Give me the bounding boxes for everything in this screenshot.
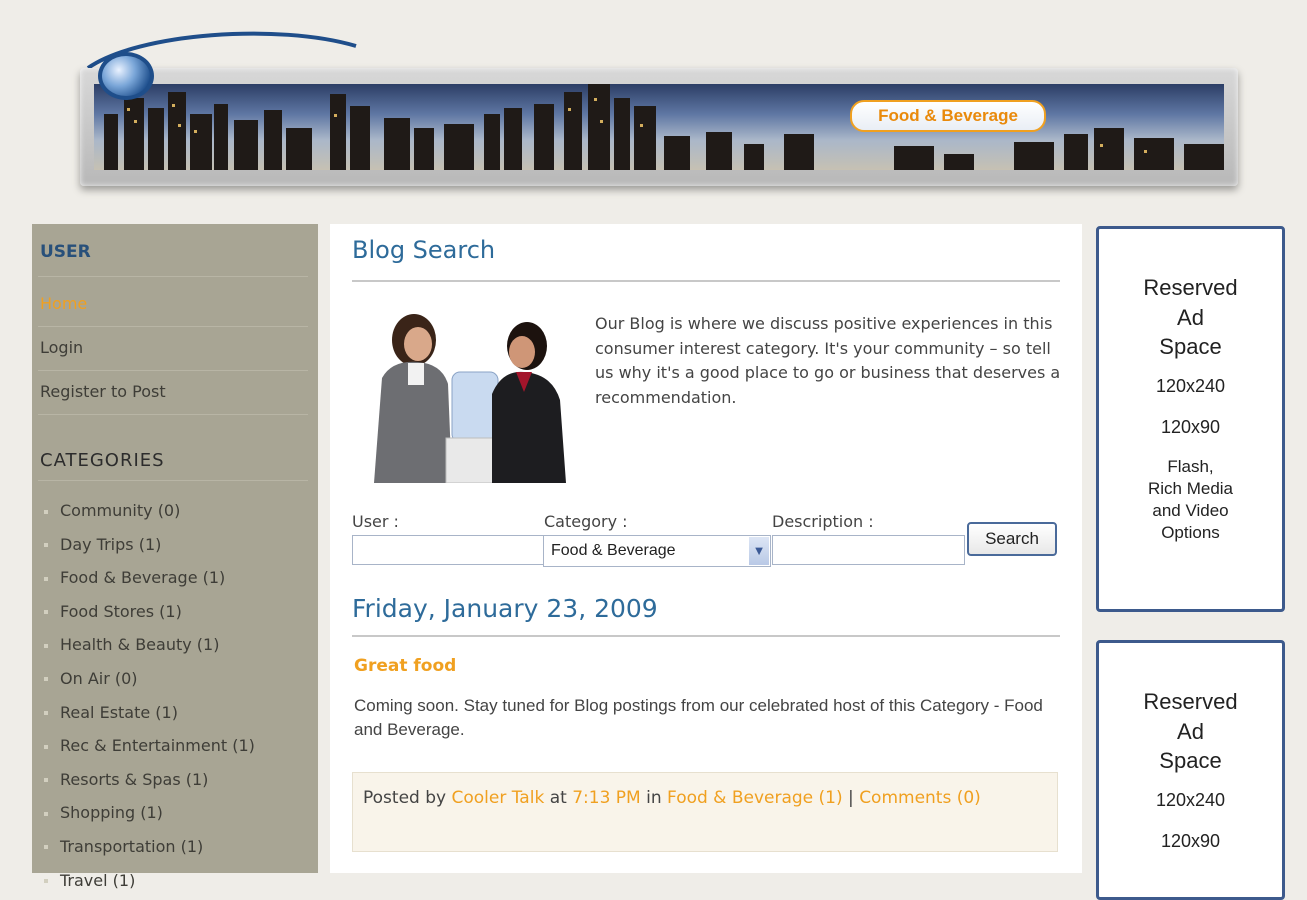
category-select-value: Food & Beverage [551,542,676,559]
bullet-icon [44,711,48,716]
divider [352,635,1060,637]
bullet-icon [44,509,48,514]
bullet-icon [44,576,48,581]
divider [38,370,308,371]
category-item[interactable]: Health & Beauty (1) [44,628,255,662]
category-item[interactable]: On Air (0) [44,662,255,696]
category-item[interactable]: Day Trips (1) [44,528,255,562]
category-item[interactable]: Community (0) [44,494,255,528]
ad-options-note: Flash, Rich Media and Video Options [1147,456,1234,542]
two-women-photo [352,308,582,483]
ad-size-label: 120x90 [1160,416,1221,437]
ad-size-label: 120x240 [1155,789,1226,810]
category-item[interactable]: Shopping (1) [44,796,255,830]
description-input[interactable] [772,535,965,565]
category-item[interactable]: Food Stores (1) [44,595,255,629]
category-item[interactable]: Travel (1) [44,864,255,898]
sidebar-link-login[interactable]: Login [40,338,83,357]
main-content: Blog Search Our Blog is where we discuss… [330,224,1082,873]
post-title-link[interactable]: Great food [354,656,456,676]
page-title: Blog Search [352,236,496,264]
category-item[interactable]: Real Estate (1) [44,696,255,730]
comments-link[interactable]: Comments (0) [859,788,981,808]
ad-space-box[interactable]: Reserved Ad Space 120x240 120x90 Flash, … [1096,226,1285,612]
bullet-icon [44,744,48,749]
bullet-icon [44,643,48,648]
bullet-icon [44,845,48,850]
globe-logo-icon [98,52,154,100]
bullet-icon [44,778,48,783]
user-input[interactable] [352,535,544,565]
ad-size-label: 120x90 [1160,830,1221,851]
category-badge: Food & Beverage [850,100,1046,132]
ad-size-label: 120x240 [1155,375,1226,396]
time-link[interactable]: 7:13 PM [572,788,641,808]
post-date: Friday, January 23, 2009 [352,594,658,623]
search-button[interactable]: Search [967,522,1057,556]
description-field-label: Description : [772,512,874,531]
skyline-icon [104,84,1224,170]
separator: | [848,788,854,808]
header-banner [80,68,1238,186]
divider [38,276,308,277]
sidebar-link-register[interactable]: Register to Post [40,382,166,401]
left-sidebar: USER Home Login Register to Post CATEGOR… [32,224,318,890]
post-footer: Posted by Cooler Talk at 7:13 PM in Food… [352,772,1058,852]
category-field-label: Category : [544,512,628,531]
category-list: Community (0) Day Trips (1) Food & Bever… [44,494,255,897]
bullet-icon [44,543,48,548]
chevron-down-icon[interactable]: ▼ [749,537,769,565]
posted-by-label: Posted by [363,788,447,808]
divider [38,480,308,481]
author-link[interactable]: Cooler Talk [451,788,544,808]
ad-title: Reserved Ad Space [1143,275,1238,359]
sidebar-link-home[interactable]: Home [40,294,87,313]
category-item[interactable]: Transportation (1) [44,830,255,864]
divider [38,414,308,415]
city-skyline-image [94,84,1224,170]
bullet-icon [44,610,48,615]
divider [352,280,1060,282]
category-item[interactable]: Rec & Entertainment (1) [44,729,255,763]
in-label: in [646,788,662,808]
ad-title: Reserved Ad Space [1143,689,1238,773]
user-heading: USER [40,242,91,262]
category-item[interactable]: Resorts & Spas (1) [44,763,255,797]
bullet-icon [44,677,48,682]
category-item[interactable]: Food & Beverage (1) [44,561,255,595]
bullet-icon [44,811,48,816]
post-body: Coming soon. Stay tuned for Blog posting… [354,696,1043,739]
bullet-icon [44,879,48,884]
ad-space-box[interactable]: Reserved Ad Space 120x240 120x90 [1096,640,1285,900]
category-link[interactable]: Food & Beverage (1) [667,788,843,808]
intro-text: Our Blog is where we discuss positive ex… [595,314,1061,407]
categories-heading: CATEGORIES [40,450,165,471]
category-select[interactable]: Food & Beverage ▼ [543,535,771,567]
at-label: at [549,788,567,808]
divider [38,326,308,327]
user-field-label: User : [352,512,399,531]
